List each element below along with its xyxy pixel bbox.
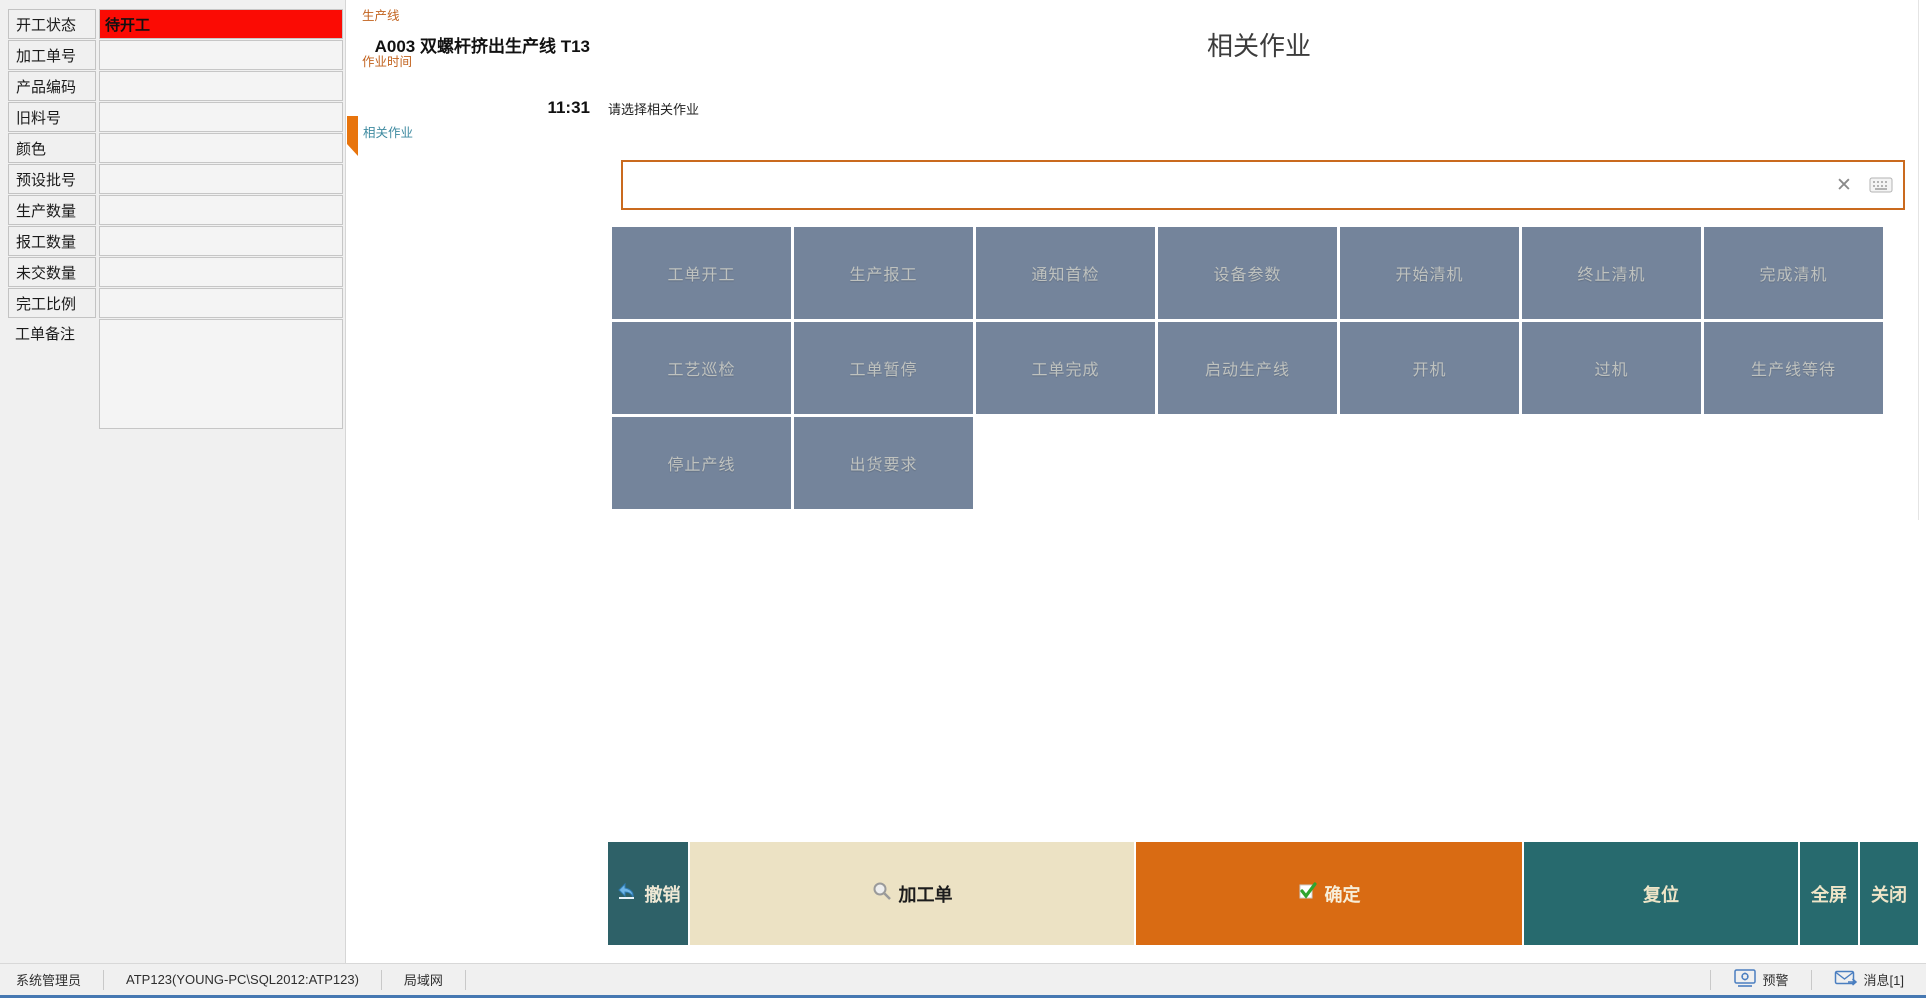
statusbar-item: 系统管理员 <box>0 970 103 989</box>
message-status-item[interactable]: 消息[1] <box>1812 970 1926 990</box>
undo-icon <box>616 882 638 905</box>
operation-button[interactable]: 停止产线 <box>612 417 791 509</box>
info-row: 产品编码 <box>8 71 345 101</box>
check-icon <box>1298 882 1318 905</box>
info-row: 生产数量 <box>8 195 345 225</box>
button-label: 撤销 <box>645 881 681 907</box>
info-row-value <box>99 319 343 429</box>
info-row-value <box>99 226 343 256</box>
info-row-label: 颜色 <box>8 133 96 163</box>
status-bar: 系统管理员ATP123(YOUNG-PC\SQL2012:ATP123)局域网 预… <box>0 963 1926 995</box>
operation-button[interactable]: 启动生产线 <box>1158 322 1337 414</box>
info-row-label: 开工状态 <box>8 9 96 39</box>
selected-flag-icon <box>347 116 358 156</box>
related-operations-screen: 开工状态待开工加工单号产品编码旧料号颜色预设批号生产数量报工数量未交数量完工比例… <box>0 0 1926 998</box>
operation-button[interactable]: 生产报工 <box>794 227 973 319</box>
info-row-label: 报工数量 <box>8 226 96 256</box>
operation-button[interactable]: 通知首检 <box>976 227 1155 319</box>
keyboard-icon[interactable] <box>1859 177 1903 193</box>
operation-button[interactable]: 工单完成 <box>976 322 1155 414</box>
operation-button[interactable]: 工单开工 <box>612 227 791 319</box>
task-search-box: ✕ <box>621 160 1905 210</box>
info-row-value <box>99 257 343 287</box>
info-row: 颜色 <box>8 133 345 163</box>
button-label: 复位 <box>1643 881 1679 907</box>
button-label: 全屏 <box>1811 881 1847 907</box>
info-row-value <box>99 133 343 163</box>
info-row-value: 待开工 <box>99 9 343 39</box>
info-row-value <box>99 195 343 225</box>
info-row: 开工状态待开工 <box>8 9 345 39</box>
operation-button[interactable]: 工单暂停 <box>794 322 973 414</box>
reset-button[interactable]: 复位 <box>1524 842 1798 945</box>
nav-item-related-operations[interactable]: 相关作业 <box>347 114 600 152</box>
message-envelope-icon <box>1834 970 1858 990</box>
status-item-label: 消息[1] <box>1864 970 1904 989</box>
info-row-value <box>99 71 343 101</box>
page-title: 相关作业 <box>600 26 1918 63</box>
work-time-label: 作业时间 <box>362 51 412 70</box>
operation-button[interactable]: 终止清机 <box>1522 227 1701 319</box>
info-row-label: 未交数量 <box>8 257 96 287</box>
info-row: 预设批号 <box>8 164 345 194</box>
production-line-label: 生产线 <box>362 5 400 24</box>
footer-action-bar: 撤销 加工单 确定 复位 全屏关闭 <box>608 842 1918 945</box>
operation-button[interactable]: 过机 <box>1522 322 1701 414</box>
clear-input-icon[interactable]: ✕ <box>1829 174 1859 197</box>
info-row: 工单备注 <box>8 319 345 429</box>
info-row-value <box>99 288 343 318</box>
operation-button[interactable]: 出货要求 <box>794 417 973 509</box>
info-row: 报工数量 <box>8 226 345 256</box>
workorder-info-sidebar: 开工状态待开工加工单号产品编码旧料号颜色预设批号生产数量报工数量未交数量完工比例… <box>0 0 346 963</box>
operation-button[interactable]: 生产线等待 <box>1704 322 1883 414</box>
operation-button[interactable]: 完成清机 <box>1704 227 1883 319</box>
operation-button[interactable]: 开机 <box>1340 322 1519 414</box>
info-row-label: 产品编码 <box>8 71 96 101</box>
workcenter-panel: 生产线 A003 双螺杆挤出生产线 T13 作业时间 11:31 相关作业 <box>347 0 600 520</box>
alert-status-item[interactable]: 预警 <box>1711 969 1811 991</box>
info-row-label: 完工比例 <box>8 288 96 318</box>
fullscreen-button[interactable]: 全屏 <box>1800 842 1858 945</box>
info-row-label: 生产数量 <box>8 195 96 225</box>
info-row-label: 工单备注 <box>8 319 96 349</box>
info-row: 完工比例 <box>8 288 345 318</box>
info-row: 未交数量 <box>8 257 345 287</box>
info-row: 加工单号 <box>8 40 345 70</box>
task-search-input[interactable] <box>623 162 1829 208</box>
confirm-button[interactable]: 确定 <box>1136 842 1522 945</box>
related-operation-grid: 工单开工生产报工通知首检设备参数开始清机终止清机完成清机工艺巡检工单暂停工单完成… <box>612 227 1883 509</box>
alert-monitor-icon <box>1733 969 1757 991</box>
operation-button[interactable]: 设备参数 <box>1158 227 1337 319</box>
info-row-label: 旧料号 <box>8 102 96 132</box>
panel-divider <box>1918 0 1919 520</box>
button-label: 确定 <box>1325 881 1361 907</box>
magnifier-icon <box>872 881 892 906</box>
statusbar-item: 局域网 <box>382 970 465 989</box>
statusbar-item: ATP123(YOUNG-PC\SQL2012:ATP123) <box>104 972 381 987</box>
button-label: 加工单 <box>899 881 953 907</box>
info-row: 旧料号 <box>8 102 345 132</box>
close-button[interactable]: 关闭 <box>1860 842 1918 945</box>
operation-button[interactable]: 开始清机 <box>1340 227 1519 319</box>
select-hint-text: 请选择相关作业 <box>608 99 699 118</box>
statusbar-separator <box>465 970 466 990</box>
info-row-value <box>99 102 343 132</box>
workorder-button[interactable]: 加工单 <box>690 842 1134 945</box>
info-row-value <box>99 164 343 194</box>
info-row-value <box>99 40 343 70</box>
operation-button[interactable]: 工艺巡检 <box>612 322 791 414</box>
info-row-label: 预设批号 <box>8 164 96 194</box>
button-label: 关闭 <box>1871 881 1907 907</box>
undo-button[interactable]: 撤销 <box>608 842 688 945</box>
info-row-label: 加工单号 <box>8 40 96 70</box>
status-item-label: 预警 <box>1763 970 1789 989</box>
nav-item-label: 相关作业 <box>363 122 413 141</box>
